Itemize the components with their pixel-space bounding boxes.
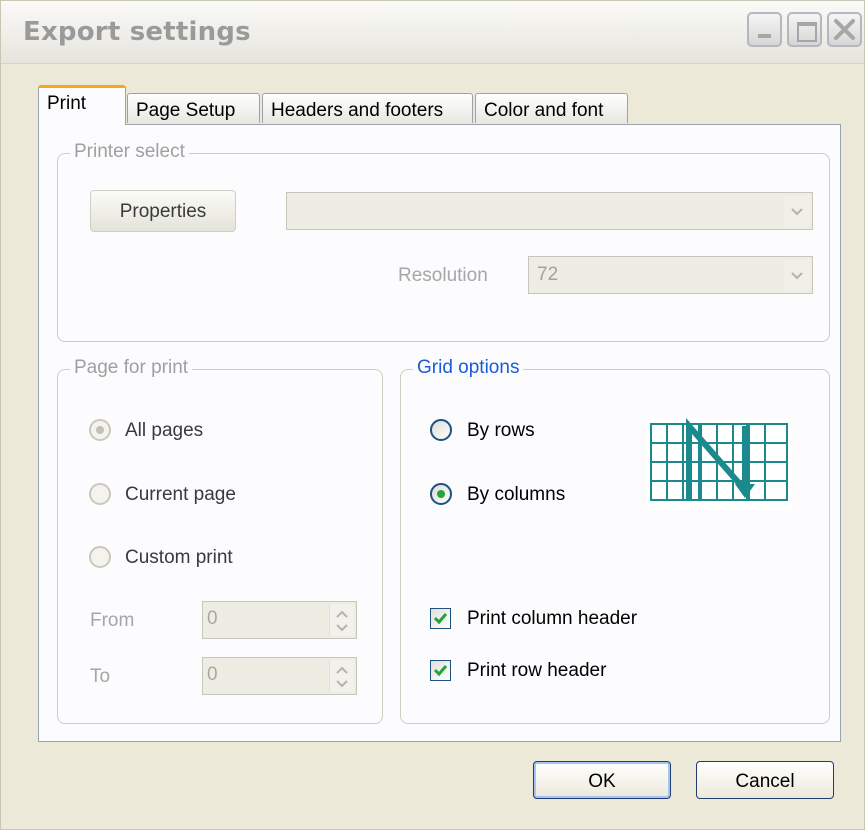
to-spinbox[interactable]: 0 — [202, 657, 357, 695]
export-settings-window: Export settings Print Page Setup Headers… — [0, 0, 865, 830]
current-page-radio[interactable] — [89, 483, 111, 505]
resolution-combo[interactable]: 72 — [528, 256, 813, 294]
spin-arrows-icon — [336, 610, 348, 632]
minimize-button[interactable] — [747, 12, 782, 47]
printer-combo[interactable] — [286, 192, 813, 230]
print-tab-panel: Printer select Properties Resolution 72 … — [38, 124, 841, 742]
to-value: 0 — [207, 664, 218, 685]
grid-options-group: Grid options By rows By columns Print co… — [400, 357, 830, 724]
print-column-header-checkbox[interactable] — [430, 608, 451, 629]
by-rows-label[interactable]: By rows — [467, 420, 535, 442]
cancel-button[interactable]: Cancel — [696, 761, 834, 799]
resolution-label: Resolution — [398, 265, 488, 286]
tab-page-setup[interactable]: Page Setup — [127, 93, 260, 123]
to-label: To — [90, 666, 111, 687]
page-for-print-legend: Page for print — [70, 357, 193, 379]
print-row-header-label[interactable]: Print row header — [467, 660, 606, 682]
all-pages-label[interactable]: All pages — [125, 420, 203, 442]
properties-button[interactable]: Properties — [90, 190, 236, 232]
by-columns-radio[interactable] — [430, 483, 452, 505]
resolution-combo-value: 72 — [537, 264, 559, 285]
title-bar[interactable]: Export settings — [1, 1, 864, 64]
printer-select-legend: Printer select — [70, 141, 189, 163]
window-title: Export settings — [23, 17, 251, 47]
tab-color-and-font[interactable]: Color and font — [475, 93, 628, 123]
close-button[interactable] — [827, 12, 862, 47]
by-rows-radio[interactable] — [430, 419, 452, 441]
grid-order-diagram-icon — [647, 418, 791, 510]
minimize-icon — [758, 34, 771, 38]
page-for-print-group: Page for print All pages Current page Cu… — [57, 357, 383, 724]
custom-print-label[interactable]: Custom print — [125, 547, 233, 569]
printer-select-group: Printer select Properties Resolution 72 — [57, 141, 830, 342]
tab-headers-and-footers[interactable]: Headers and footers — [262, 93, 473, 123]
by-columns-label[interactable]: By columns — [467, 484, 565, 506]
print-column-header-label[interactable]: Print column header — [467, 608, 637, 630]
from-spinbox[interactable]: 0 — [202, 601, 357, 639]
maximize-button[interactable] — [787, 12, 822, 47]
checkmark-icon — [433, 613, 448, 625]
from-spin-buttons[interactable] — [329, 604, 354, 636]
spin-arrows-icon — [336, 666, 348, 688]
ok-button[interactable]: OK — [533, 761, 671, 799]
chevron-down-icon — [791, 208, 803, 216]
print-row-header-checkbox[interactable] — [430, 660, 451, 681]
close-icon — [834, 19, 855, 40]
checkmark-icon — [433, 665, 448, 677]
printer-combo-dropdown-button[interactable] — [784, 195, 810, 227]
tab-print[interactable]: Print — [38, 85, 126, 125]
all-pages-radio[interactable] — [89, 419, 111, 441]
from-label: From — [90, 610, 135, 631]
maximize-icon — [797, 22, 817, 42]
from-value: 0 — [207, 608, 218, 629]
resolution-combo-dropdown-button[interactable] — [784, 259, 810, 291]
grid-options-legend: Grid options — [413, 357, 524, 379]
to-spin-buttons[interactable] — [329, 660, 354, 692]
chevron-down-icon — [791, 272, 803, 280]
current-page-label[interactable]: Current page — [125, 484, 236, 506]
custom-print-radio[interactable] — [89, 546, 111, 568]
